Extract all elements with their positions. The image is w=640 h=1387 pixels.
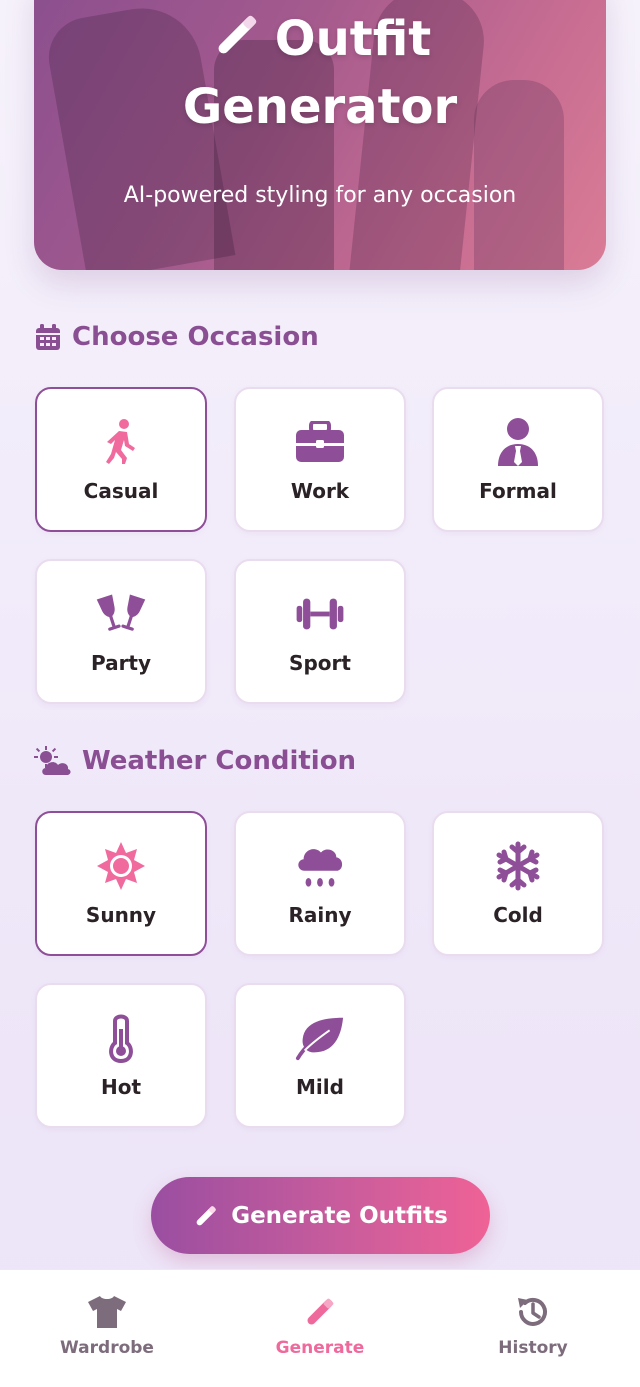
occasion-section-heading: Choose Occasion [34, 322, 319, 352]
occasion-card-party[interactable]: Party [35, 559, 207, 704]
tshirt-icon [87, 1292, 127, 1332]
occasion-label: Formal [479, 478, 557, 503]
walking-icon [96, 417, 146, 467]
briefcase-icon [295, 417, 345, 467]
weather-label: Rainy [288, 902, 352, 927]
weather-card-sunny[interactable]: Sunny [35, 811, 207, 956]
weather-card-cold[interactable]: Cold [432, 811, 604, 956]
title-line-1: Outfit [274, 11, 432, 67]
weather-heading-text: Weather Condition [82, 746, 357, 776]
occasion-card-sport[interactable]: Sport [234, 559, 406, 704]
magic-wand-icon [193, 1203, 219, 1229]
leaf-icon [295, 1013, 345, 1063]
weather-label: Sunny [85, 902, 157, 927]
weather-label: Cold [493, 902, 543, 927]
hero-subtitle: AI-powered styling for any occasion [123, 183, 517, 208]
occasion-label: Casual [83, 478, 159, 503]
occasion-label: Party [90, 650, 152, 675]
weather-label: Mild [296, 1074, 344, 1099]
nav-item-wardrobe[interactable]: Wardrobe [27, 1292, 187, 1358]
history-icon [513, 1292, 553, 1332]
magic-wand-icon [300, 1292, 340, 1332]
weather-label: Hot [100, 1074, 142, 1099]
occasion-heading-text: Choose Occasion [72, 322, 319, 352]
dumbbell-icon [295, 589, 345, 639]
nav-label: Wardrobe [60, 1338, 154, 1358]
occasion-label: Sport [289, 650, 351, 675]
title-line-2: Generator [182, 78, 458, 135]
thermometer-icon [96, 1013, 146, 1063]
occasion-card-formal[interactable]: Formal [432, 387, 604, 532]
page-title: Outfit Generator [34, 8, 606, 138]
snowflake-icon [493, 841, 543, 891]
occasion-card-casual[interactable]: Casual [35, 387, 207, 532]
calendar-icon [34, 323, 62, 351]
user-tie-icon [493, 417, 543, 467]
magic-wand-icon [209, 9, 265, 76]
occasion-label: Work [290, 478, 350, 503]
cloud-rain-icon [295, 841, 345, 891]
nav-label: Generate [275, 1338, 365, 1358]
generate-button-label: Generate Outfits [231, 1202, 448, 1229]
generate-outfits-button[interactable]: Generate Outfits [151, 1177, 490, 1254]
weather-card-rainy[interactable]: Rainy [234, 811, 406, 956]
occasion-card-work[interactable]: Work [234, 387, 406, 532]
weather-section-heading: Weather Condition [34, 746, 356, 776]
nav-item-history[interactable]: History [453, 1292, 613, 1358]
nav-label: History [498, 1338, 568, 1358]
weather-card-hot[interactable]: Hot [35, 983, 207, 1128]
sun-icon [96, 841, 146, 891]
nav-item-generate[interactable]: Generate [240, 1292, 400, 1358]
glasses-cheers-icon [96, 589, 146, 639]
bottom-navigation: Wardrobe Generate History [0, 1269, 640, 1387]
weather-card-mild[interactable]: Mild [234, 983, 406, 1128]
cloud-sun-icon [34, 746, 72, 775]
hero-banner: Outfit Generator AI-powered styling for … [34, 0, 606, 270]
